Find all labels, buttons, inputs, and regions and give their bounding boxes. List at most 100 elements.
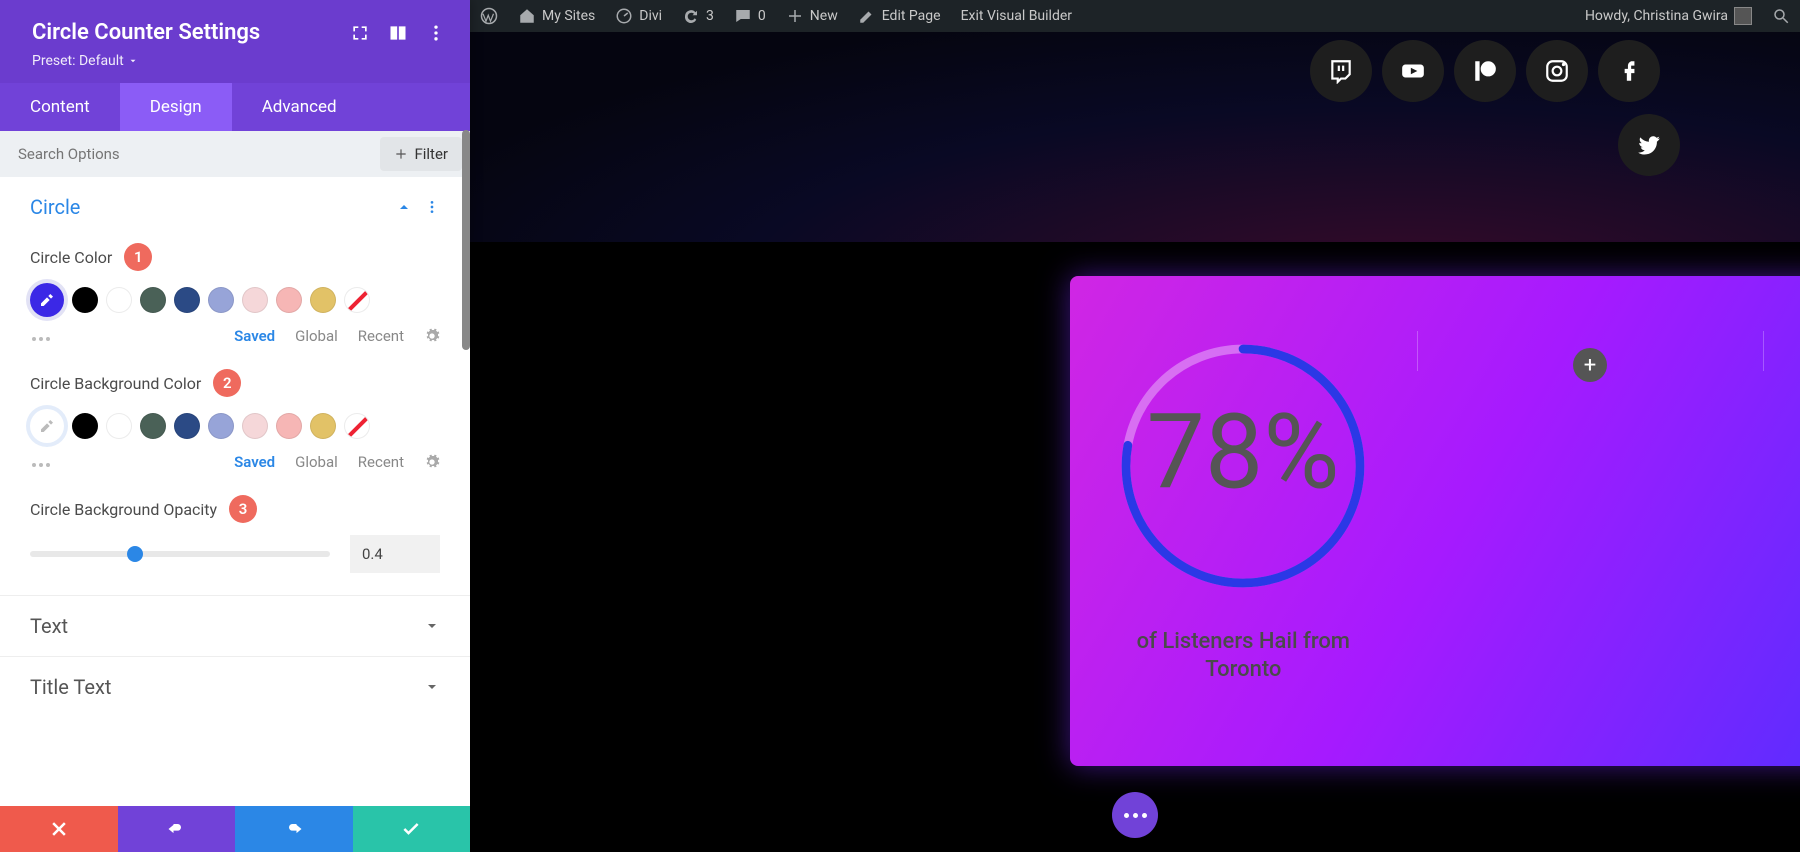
builder-fab[interactable] (1112, 792, 1158, 838)
counter-col-1[interactable]: 78% of Listeners Hail from Toronto (1070, 276, 1417, 766)
plus-icon (786, 7, 804, 25)
youtube-icon (1400, 58, 1426, 84)
palette-global[interactable]: Global (295, 453, 338, 471)
color-picker[interactable] (30, 283, 64, 317)
annotation-1: 1 (124, 243, 152, 271)
search-input[interactable] (0, 131, 372, 177)
palette-saved[interactable]: Saved (234, 453, 275, 471)
gear-icon[interactable] (424, 328, 440, 344)
section-text: Text (0, 596, 470, 657)
redo-button[interactable] (235, 806, 353, 852)
preset-selector[interactable]: Preset: Default (32, 53, 138, 69)
search-icon (1772, 7, 1790, 25)
palette-global[interactable]: Global (295, 327, 338, 345)
circle-color-label: Circle Color 1 (30, 243, 440, 271)
more-swatches[interactable] (32, 453, 53, 471)
exit-vb-label: Exit Visual Builder (961, 8, 1072, 24)
redo-icon (284, 819, 304, 839)
chevron-down-icon (424, 679, 440, 695)
section-circle-header[interactable]: Circle (0, 177, 470, 237)
palette-recent[interactable]: Recent (358, 453, 404, 471)
section-title-text-header[interactable]: Title Text (0, 657, 470, 717)
counter-col-2[interactable]: + (1417, 276, 1764, 766)
updates-link[interactable]: 3 (672, 0, 724, 32)
howdy-link[interactable]: Howdy, Christina Gwira (1575, 0, 1762, 32)
opacity-slider[interactable] (30, 551, 330, 557)
swatch-transparent[interactable] (344, 413, 370, 439)
expand-icon[interactable] (350, 23, 370, 43)
palette-recent[interactable]: Recent (358, 327, 404, 345)
opacity-value-input[interactable] (350, 535, 440, 573)
admin-search[interactable] (1762, 0, 1800, 32)
comments-link[interactable]: 0 (724, 0, 776, 32)
swatch-black[interactable] (72, 413, 98, 439)
tab-design[interactable]: Design (120, 83, 232, 131)
section-text-header[interactable]: Text (0, 596, 470, 656)
comment-icon (734, 7, 752, 25)
swatch-pink[interactable] (276, 287, 302, 313)
panel-title: Circle Counter Settings (32, 20, 332, 45)
social-twitch[interactable] (1310, 40, 1372, 102)
swatch-green[interactable] (140, 413, 166, 439)
add-module-button[interactable]: + (1573, 348, 1607, 382)
slider-thumb[interactable] (127, 546, 143, 562)
filter-button[interactable]: Filter (380, 137, 462, 171)
counter-col-3[interactable]: + (1763, 276, 1800, 766)
twitter-icon (1636, 132, 1662, 158)
panel-scrollbar[interactable] (462, 130, 470, 350)
circle-bg-color-label: Circle Background Color 2 (30, 369, 440, 397)
search-row: Filter (0, 131, 470, 177)
check-icon (401, 819, 421, 839)
chevron-up-icon (396, 199, 412, 215)
more-swatches[interactable] (32, 327, 53, 345)
swatch-black[interactable] (72, 287, 98, 313)
wp-logo[interactable] (470, 0, 508, 32)
plus-icon (394, 147, 408, 161)
exit-vb-link[interactable]: Exit Visual Builder (951, 0, 1082, 32)
color-picker-bg[interactable] (30, 409, 64, 443)
swatch-pink[interactable] (276, 413, 302, 439)
action-bar (0, 806, 470, 852)
preset-label: Preset: Default (32, 53, 124, 69)
site-name-link[interactable]: Divi (605, 0, 672, 32)
kebab-icon[interactable] (426, 23, 446, 43)
chevron-down-icon (128, 56, 138, 66)
tab-advanced[interactable]: Advanced (232, 83, 367, 131)
undo-button[interactable] (118, 806, 236, 852)
undo-icon (166, 819, 186, 839)
swatch-navy[interactable] (174, 413, 200, 439)
annotation-2: 2 (213, 369, 241, 397)
swatch-navy[interactable] (174, 287, 200, 313)
swatch-peri[interactable] (208, 287, 234, 313)
social-twitter[interactable] (1618, 114, 1680, 176)
swatch-gold[interactable] (310, 413, 336, 439)
swatch-blush[interactable] (242, 287, 268, 313)
gear-icon[interactable] (424, 454, 440, 470)
new-link[interactable]: New (776, 0, 848, 32)
columns-icon[interactable] (388, 23, 408, 43)
tab-content[interactable]: Content (0, 83, 120, 131)
updates-count: 3 (706, 8, 714, 24)
circle-color-swatches (30, 283, 440, 317)
my-sites-link[interactable]: My Sites (508, 0, 605, 32)
kebab-icon[interactable] (424, 199, 440, 215)
site-name-label: Divi (639, 8, 662, 24)
swatch-transparent[interactable] (344, 287, 370, 313)
social-youtube[interactable] (1382, 40, 1444, 102)
swatch-blush[interactable] (242, 413, 268, 439)
cancel-button[interactable] (0, 806, 118, 852)
swatch-gold[interactable] (310, 287, 336, 313)
social-patreon[interactable] (1454, 40, 1516, 102)
social-instagram[interactable] (1526, 40, 1588, 102)
tabs: Content Design Advanced (0, 83, 470, 131)
swatch-peri[interactable] (208, 413, 234, 439)
swatch-white[interactable] (106, 413, 132, 439)
save-button[interactable] (353, 806, 471, 852)
facebook-icon (1616, 58, 1642, 84)
edit-page-link[interactable]: Edit Page (848, 0, 951, 32)
social-facebook[interactable] (1598, 40, 1660, 102)
swatch-green[interactable] (140, 287, 166, 313)
swatch-white[interactable] (106, 287, 132, 313)
gauge-icon (615, 7, 633, 25)
palette-saved[interactable]: Saved (234, 327, 275, 345)
